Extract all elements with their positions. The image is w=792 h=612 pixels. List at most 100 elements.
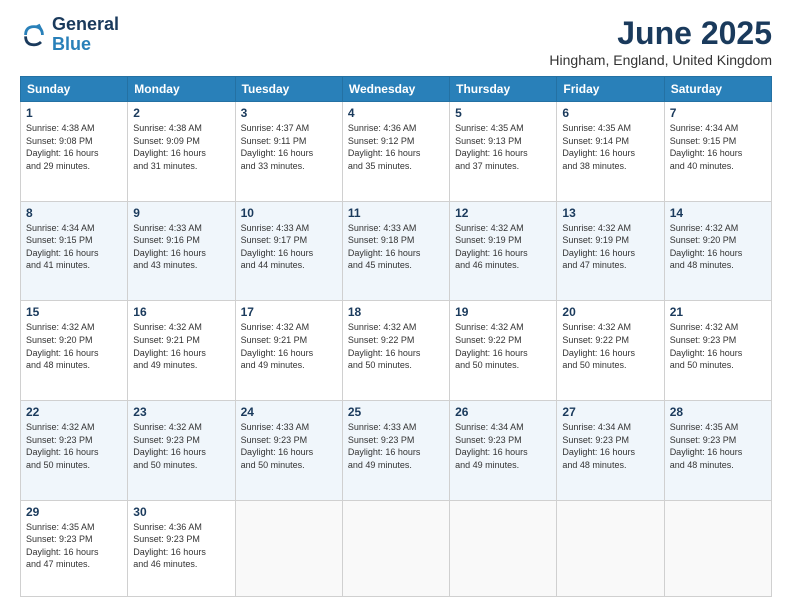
logo-line2: Blue [52, 35, 119, 55]
table-row: 9 Sunrise: 4:33 AMSunset: 9:16 PMDaylight… [128, 201, 235, 301]
day-number: 22 [26, 405, 122, 419]
day-info: Sunrise: 4:32 AMSunset: 9:22 PMDaylight:… [562, 321, 658, 371]
day-number: 8 [26, 206, 122, 220]
table-row: 6 Sunrise: 4:35 AMSunset: 9:14 PMDaylight… [557, 102, 664, 202]
day-number: 20 [562, 305, 658, 319]
header: General Blue June 2025 Hingham, England,… [20, 15, 772, 68]
table-row: 2Sunrise: 4:38 AMSunset: 9:09 PMDaylight… [128, 102, 235, 202]
table-row: 15 Sunrise: 4:32 AMSunset: 9:20 PMDayligh… [21, 301, 128, 401]
day-info: Sunrise: 4:35 AMSunset: 9:23 PMDaylight:… [26, 521, 122, 571]
day-info: Sunrise: 4:32 AMSunset: 9:20 PMDaylight:… [26, 321, 122, 371]
col-tuesday: Tuesday [235, 77, 342, 102]
table-row: 16 Sunrise: 4:32 AMSunset: 9:21 PMDayligh… [128, 301, 235, 401]
day-info: Sunrise: 4:32 AMSunset: 9:19 PMDaylight:… [562, 222, 658, 272]
day-number: 16 [133, 305, 229, 319]
day-number: 27 [562, 405, 658, 419]
day-number: 28 [670, 405, 766, 419]
col-sunday: Sunday [21, 77, 128, 102]
day-info: Sunrise: 4:32 AMSunset: 9:20 PMDaylight:… [670, 222, 766, 272]
location-subtitle: Hingham, England, United Kingdom [549, 52, 772, 68]
table-row: 1 Sunrise: 4:38 AMSunset: 9:08 PMDaylight… [21, 102, 128, 202]
table-row: 7 Sunrise: 4:34 AMSunset: 9:15 PMDaylight… [664, 102, 771, 202]
logo: General Blue [20, 15, 119, 55]
table-row: 5 Sunrise: 4:35 AMSunset: 9:13 PMDaylight… [450, 102, 557, 202]
table-row: 14 Sunrise: 4:32 AMSunset: 9:20 PMDayligh… [664, 201, 771, 301]
logo-text: General Blue [52, 15, 119, 55]
table-row: 19Sunrise: 4:32 AMSunset: 9:22 PMDayligh… [450, 301, 557, 401]
col-monday: Monday [128, 77, 235, 102]
calendar-row: 1 Sunrise: 4:38 AMSunset: 9:08 PMDaylight… [21, 102, 772, 202]
table-row [342, 500, 449, 596]
logo-line1: General [52, 15, 119, 35]
day-number: 18 [348, 305, 444, 319]
day-info: Sunrise: 4:32 AMSunset: 9:23 PMDaylight:… [26, 421, 122, 471]
table-row: 10 Sunrise: 4:33 AMSunset: 9:17 PMDayligh… [235, 201, 342, 301]
day-number: 13 [562, 206, 658, 220]
day-info: Sunrise: 4:35 AMSunset: 9:14 PMDaylight:… [562, 122, 658, 172]
calendar-row: 15 Sunrise: 4:32 AMSunset: 9:20 PMDayligh… [21, 301, 772, 401]
day-info: Sunrise: 4:37 AMSunset: 9:11 PMDaylight:… [241, 122, 337, 172]
day-info: Sunrise: 4:35 AMSunset: 9:13 PMDaylight:… [455, 122, 551, 172]
day-number: 10 [241, 206, 337, 220]
table-row [450, 500, 557, 596]
col-wednesday: Wednesday [342, 77, 449, 102]
day-number: 3 [241, 106, 337, 120]
day-number: 12 [455, 206, 551, 220]
table-row: 13 Sunrise: 4:32 AMSunset: 9:19 PMDayligh… [557, 201, 664, 301]
day-number: 11 [348, 206, 444, 220]
day-info: Sunrise: 4:36 AMSunset: 9:12 PMDaylight:… [348, 122, 444, 172]
table-row: 17Sunrise: 4:32 AMSunset: 9:21 PMDayligh… [235, 301, 342, 401]
month-title: June 2025 [549, 15, 772, 52]
header-row: Sunday Monday Tuesday Wednesday Thursday… [21, 77, 772, 102]
day-number: 15 [26, 305, 122, 319]
day-number: 21 [670, 305, 766, 319]
day-number: 29 [26, 505, 122, 519]
table-row: 24Sunrise: 4:33 AMSunset: 9:23 PMDayligh… [235, 400, 342, 500]
col-friday: Friday [557, 77, 664, 102]
table-row: 27 Sunrise: 4:34 AMSunset: 9:23 PMDayligh… [557, 400, 664, 500]
col-saturday: Saturday [664, 77, 771, 102]
table-row: 29 Sunrise: 4:35 AMSunset: 9:23 PMDayligh… [21, 500, 128, 596]
table-row: 23 Sunrise: 4:32 AMSunset: 9:23 PMDayligh… [128, 400, 235, 500]
table-row: 18 Sunrise: 4:32 AMSunset: 9:22 PMDayligh… [342, 301, 449, 401]
day-info: Sunrise: 4:33 AMSunset: 9:23 PMDaylight:… [348, 421, 444, 471]
day-info: Sunrise: 4:38 AMSunset: 9:08 PMDaylight:… [26, 122, 122, 172]
day-info: Sunrise: 4:38 AMSunset: 9:09 PMDaylight:… [133, 122, 229, 172]
table-row: 30Sunrise: 4:36 AMSunset: 9:23 PMDayligh… [128, 500, 235, 596]
day-info: Sunrise: 4:33 AMSunset: 9:17 PMDaylight:… [241, 222, 337, 272]
day-info: Sunrise: 4:34 AMSunset: 9:23 PMDaylight:… [562, 421, 658, 471]
day-info: Sunrise: 4:32 AMSunset: 9:23 PMDaylight:… [670, 321, 766, 371]
day-number: 1 [26, 106, 122, 120]
day-info: Sunrise: 4:33 AMSunset: 9:18 PMDaylight:… [348, 222, 444, 272]
day-info: Sunrise: 4:32 AMSunset: 9:21 PMDaylight:… [241, 321, 337, 371]
day-number: 7 [670, 106, 766, 120]
day-info: Sunrise: 4:32 AMSunset: 9:22 PMDaylight:… [455, 321, 551, 371]
table-row: 11 Sunrise: 4:33 AMSunset: 9:18 PMDayligh… [342, 201, 449, 301]
table-row: 28Sunrise: 4:35 AMSunset: 9:23 PMDayligh… [664, 400, 771, 500]
day-number: 5 [455, 106, 551, 120]
day-info: Sunrise: 4:32 AMSunset: 9:21 PMDaylight:… [133, 321, 229, 371]
day-info: Sunrise: 4:33 AMSunset: 9:16 PMDaylight:… [133, 222, 229, 272]
table-row: 22 Sunrise: 4:32 AMSunset: 9:23 PMDayligh… [21, 400, 128, 500]
page: General Blue June 2025 Hingham, England,… [0, 0, 792, 612]
day-number: 9 [133, 206, 229, 220]
day-number: 26 [455, 405, 551, 419]
title-block: June 2025 Hingham, England, United Kingd… [549, 15, 772, 68]
col-thursday: Thursday [450, 77, 557, 102]
table-row: 4 Sunrise: 4:36 AMSunset: 9:12 PMDaylight… [342, 102, 449, 202]
day-number: 14 [670, 206, 766, 220]
day-number: 4 [348, 106, 444, 120]
day-info: Sunrise: 4:32 AMSunset: 9:23 PMDaylight:… [133, 421, 229, 471]
table-row: 20 Sunrise: 4:32 AMSunset: 9:22 PMDayligh… [557, 301, 664, 401]
day-number: 6 [562, 106, 658, 120]
table-row: 12Sunrise: 4:32 AMSunset: 9:19 PMDayligh… [450, 201, 557, 301]
day-info: Sunrise: 4:32 AMSunset: 9:22 PMDaylight:… [348, 321, 444, 371]
day-number: 23 [133, 405, 229, 419]
day-info: Sunrise: 4:34 AMSunset: 9:15 PMDaylight:… [670, 122, 766, 172]
table-row [664, 500, 771, 596]
table-row [557, 500, 664, 596]
table-row: 25Sunrise: 4:33 AMSunset: 9:23 PMDayligh… [342, 400, 449, 500]
calendar-row: 22 Sunrise: 4:32 AMSunset: 9:23 PMDayligh… [21, 400, 772, 500]
calendar-row: 8Sunrise: 4:34 AMSunset: 9:15 PMDaylight… [21, 201, 772, 301]
table-row: 26Sunrise: 4:34 AMSunset: 9:23 PMDayligh… [450, 400, 557, 500]
